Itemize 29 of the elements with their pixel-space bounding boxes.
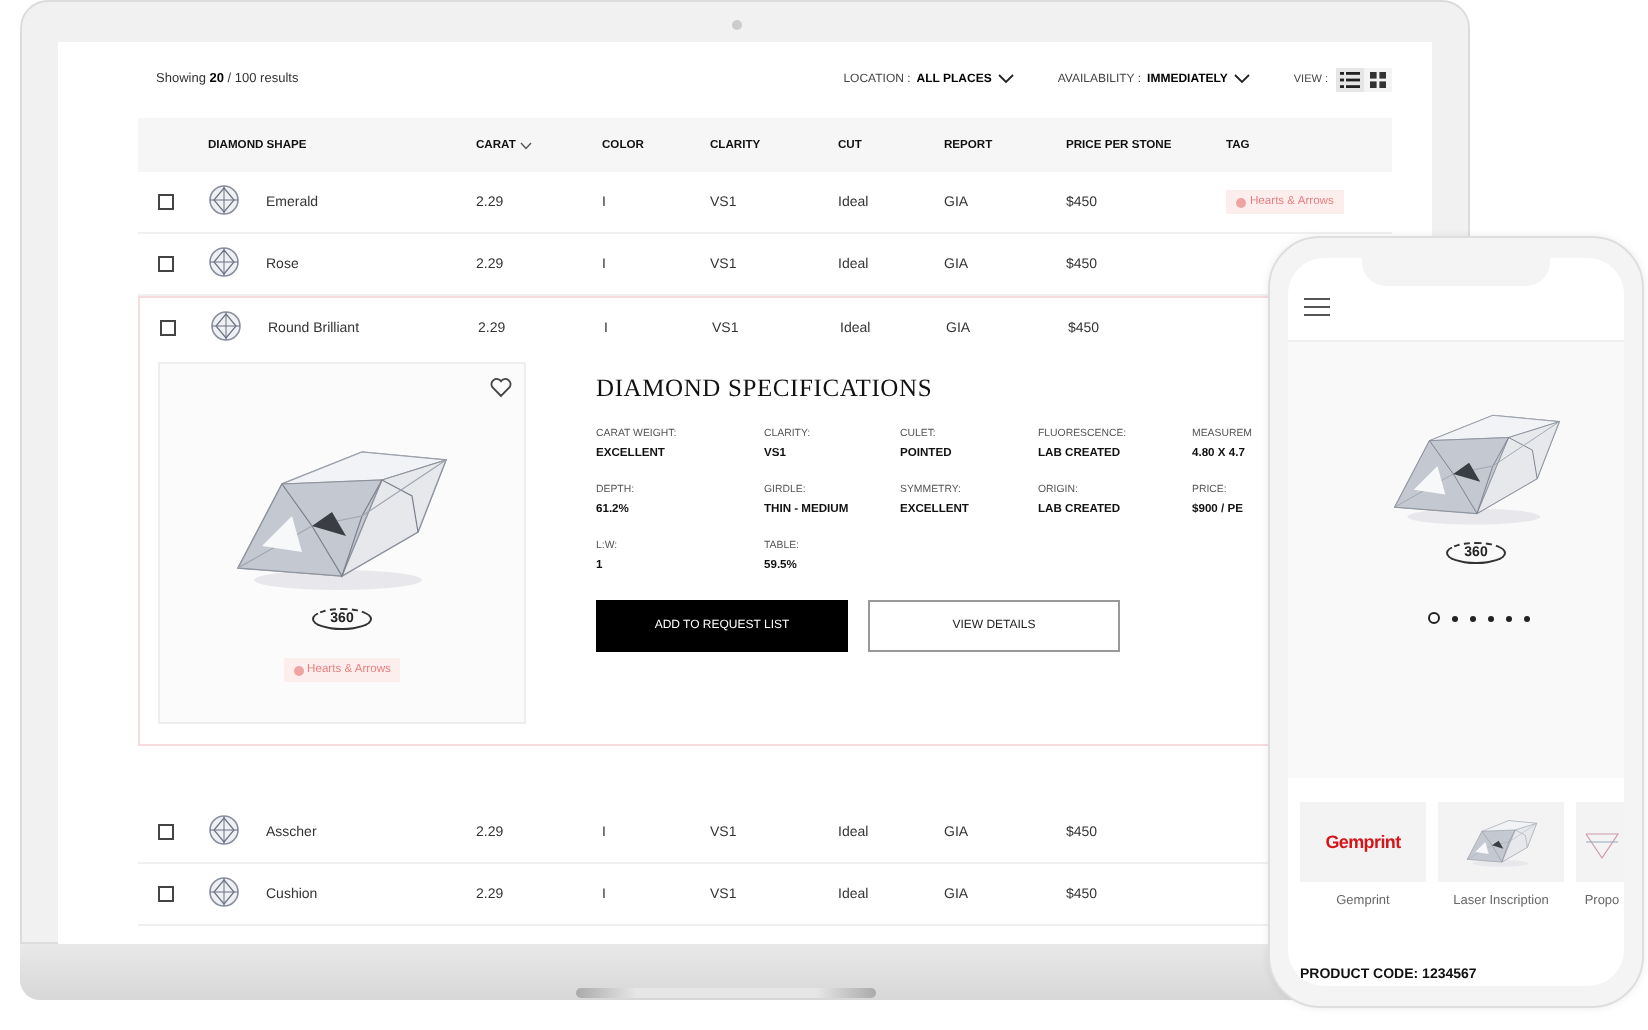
heart-icon[interactable] <box>490 378 512 398</box>
diamond-icon <box>208 814 240 846</box>
sort-caret-icon <box>519 141 532 149</box>
menu-icon[interactable] <box>1304 298 1330 316</box>
list-view-icon[interactable] <box>1336 67 1364 91</box>
diamond-icon <box>208 246 240 278</box>
diamond-icon <box>208 876 240 908</box>
carousel-dot[interactable] <box>1523 615 1529 621</box>
diamond-drawing <box>1461 814 1541 870</box>
photo-thumbnail[interactable] <box>1438 802 1564 882</box>
carousel-dot[interactable] <box>1451 615 1457 621</box>
chevron-down-icon <box>1233 74 1250 84</box>
specifications-title: DIAMOND SPECIFICATIONS <box>596 374 935 404</box>
row-checkbox[interactable] <box>158 194 174 210</box>
diamond-icon <box>210 310 242 342</box>
chevron-down-icon <box>997 74 1014 84</box>
row-checkbox[interactable] <box>158 256 174 272</box>
row-checkbox[interactable] <box>158 886 174 902</box>
carousel-dot[interactable] <box>1469 615 1475 621</box>
row-checkbox[interactable] <box>160 320 176 336</box>
gemprint-logo: Gemprint <box>1325 832 1401 852</box>
diamond-icon <box>208 184 240 216</box>
logo-thumbnail[interactable]: Gemprint <box>1300 802 1426 882</box>
carousel-dot[interactable] <box>1505 615 1511 621</box>
grid-view-icon[interactable] <box>1364 67 1392 91</box>
carousel-dot[interactable] <box>1487 615 1493 621</box>
row-checkbox[interactable] <box>158 824 174 840</box>
carousel-dot[interactable] <box>1427 612 1439 624</box>
diagram-thumbnail[interactable] <box>1576 802 1624 882</box>
